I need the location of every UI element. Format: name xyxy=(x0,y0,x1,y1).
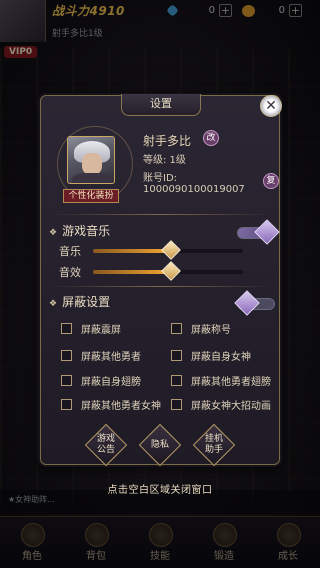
checkbox-title[interactable]: 屏蔽称号 xyxy=(171,321,231,336)
sfx-slider-fill xyxy=(93,270,171,274)
close-icon[interactable]: ✕ xyxy=(260,95,282,117)
player-name: 射手多比 xyxy=(143,134,192,148)
rename-button[interactable]: 改 xyxy=(203,130,219,146)
music-slider-thumb[interactable] xyxy=(161,240,181,260)
dialog-title: 设置 xyxy=(121,94,201,116)
sfx-label: 音效 xyxy=(59,266,81,279)
settings-dialog: 设置 ✕ 个性化装扮 射手多比 改 等级: 1级 账号ID: 100009010… xyxy=(40,94,282,467)
profile-card: 个性化装扮 射手多比 改 等级: 1级 账号ID: 10000901000190… xyxy=(57,126,269,206)
privacy-label: 隐私 xyxy=(150,440,169,450)
player-level: 等级: 1级 xyxy=(143,155,186,166)
shield-toggle[interactable] xyxy=(234,290,275,316)
copy-id-button[interactable]: 复 xyxy=(263,173,279,189)
checkbox-other-heroes[interactable]: 屏蔽其他勇者 xyxy=(61,348,141,363)
close-hint: 点击空白区域关闭窗口 xyxy=(107,485,213,496)
checkbox-other-wings[interactable]: 屏蔽其他勇者翅膀 xyxy=(171,373,271,388)
music-slider-fill xyxy=(93,249,171,253)
checkbox-other-goddess[interactable]: 屏蔽其他勇者女神 xyxy=(61,397,161,412)
shield-section-title: 屏蔽设置 xyxy=(49,293,110,310)
sfx-slider[interactable] xyxy=(93,261,243,281)
music-slider[interactable] xyxy=(93,240,243,260)
divider xyxy=(51,214,271,215)
account-id: 账号ID: 1000090100019007 xyxy=(143,173,245,195)
customize-button[interactable]: 个性化装扮 xyxy=(63,189,119,203)
music-section-title: 游戏音乐 xyxy=(49,222,110,239)
auto-assist-label: 挂机 助手 xyxy=(204,434,223,455)
character-portrait[interactable] xyxy=(67,136,115,184)
music-toggle[interactable] xyxy=(237,219,280,245)
checkbox-own-goddess[interactable]: 屏蔽自身女神 xyxy=(171,348,251,363)
checkbox-goddess-ult[interactable]: 屏蔽女神大招动画 xyxy=(171,397,271,412)
music-label: 音乐 xyxy=(59,245,81,258)
sfx-slider-thumb[interactable] xyxy=(161,261,181,281)
announcement-label: 游戏 公告 xyxy=(96,434,115,455)
checkbox-shake[interactable]: 屏蔽震屏 xyxy=(61,321,121,336)
divider xyxy=(51,286,271,287)
checkbox-own-wings[interactable]: 屏蔽自身翅膀 xyxy=(61,373,141,388)
